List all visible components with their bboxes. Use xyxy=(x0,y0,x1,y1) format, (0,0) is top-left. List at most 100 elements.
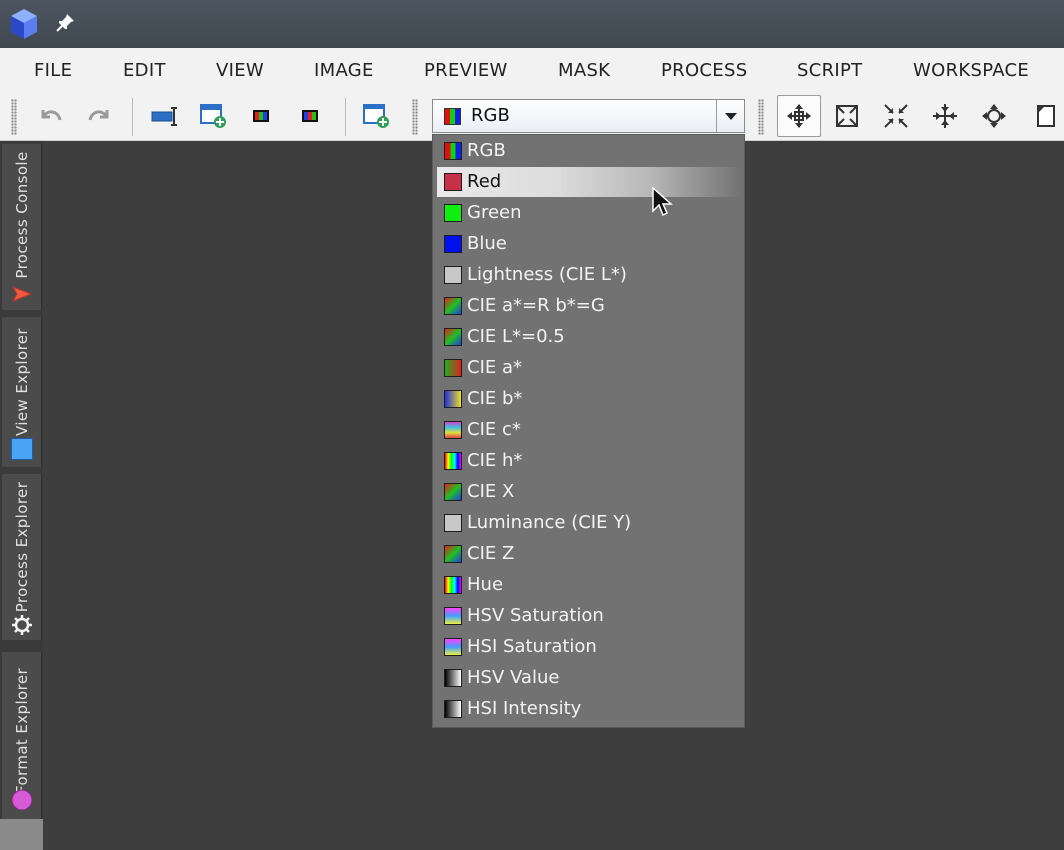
channel-option[interactable]: CIE a*=R b*=G xyxy=(437,291,742,321)
channel-option[interactable]: Hue xyxy=(437,570,742,600)
cie-a-swatch-icon xyxy=(444,359,462,377)
menu-process[interactable]: PROCESS xyxy=(661,60,747,81)
channel-option-label: Blue xyxy=(467,233,507,254)
undo-icon xyxy=(41,110,62,121)
tab-label: View Explorer xyxy=(12,327,31,437)
readout-mode-button[interactable] xyxy=(1025,98,1061,134)
saturation-swatch-icon xyxy=(444,638,462,656)
new-image-button[interactable] xyxy=(195,98,231,134)
tab-process-explorer[interactable]: Process Explorer xyxy=(2,474,42,640)
mouse-cursor-icon xyxy=(652,187,673,217)
channel-option-label: CIE L*=0.5 xyxy=(467,326,565,347)
channel-option[interactable]: CIE L*=0.5 xyxy=(437,322,742,352)
channel-option[interactable]: HSI Intensity xyxy=(437,694,742,724)
channel-option-label: Hue xyxy=(467,574,504,595)
channel-option-label: Lightness (CIE L*) xyxy=(467,264,627,285)
cie-ab-swatch-icon xyxy=(444,297,462,315)
fit-view-button[interactable] xyxy=(927,98,963,134)
menu-workspace[interactable]: WORKSPACE xyxy=(913,60,1029,81)
pin-icon[interactable] xyxy=(54,12,76,34)
cie-b-swatch-icon xyxy=(444,390,462,408)
channel-option[interactable]: CIE h* xyxy=(437,446,742,476)
rgb-image-button[interactable] xyxy=(244,98,280,134)
tab-view-explorer[interactable]: View Explorer xyxy=(2,317,42,467)
channel-option-label: Luminance (CIE Y) xyxy=(467,512,632,533)
toolbar-grip[interactable] xyxy=(758,99,764,135)
zoom-out-mode-button[interactable] xyxy=(878,98,914,134)
channel-option-label: HSV Saturation xyxy=(467,605,604,626)
channel-option-label: HSI Intensity xyxy=(467,698,582,719)
red-swatch-icon xyxy=(444,173,462,191)
chevron-down-icon[interactable] xyxy=(716,100,744,132)
extract-channels-button[interactable] xyxy=(293,98,329,134)
channel-option[interactable]: CIE a* xyxy=(437,353,742,383)
pan-icon xyxy=(787,104,811,128)
new-workspace-button[interactable] xyxy=(358,98,394,134)
channel-option[interactable]: RGB xyxy=(437,136,742,166)
menu-edit[interactable]: EDIT xyxy=(123,60,166,81)
tab-label: Process Explorer xyxy=(12,481,31,613)
menu-view[interactable]: VIEW xyxy=(216,60,264,81)
pan-mode-button[interactable] xyxy=(777,95,821,137)
channel-option[interactable]: Luminance (CIE Y) xyxy=(437,508,742,538)
move-button[interactable] xyxy=(976,98,1012,134)
channel-option[interactable]: Lightness (CIE L*) xyxy=(437,260,742,290)
arrows-in-icon xyxy=(933,104,957,128)
rename-icon xyxy=(151,107,177,126)
redo-button[interactable] xyxy=(81,98,117,134)
channel-option[interactable]: Red xyxy=(437,167,742,197)
channel-option[interactable]: CIE X xyxy=(437,477,742,507)
channel-option-label: HSI Saturation xyxy=(467,636,597,657)
menu-mask[interactable]: MASK xyxy=(558,60,610,81)
toolbar-grip[interactable] xyxy=(412,99,418,135)
value-swatch-icon xyxy=(444,669,462,687)
channel-dropdown-list: RGB Red Green Blue Lightness (CIE L*) CIE a*=… xyxy=(432,134,745,728)
hue-swatch-icon xyxy=(444,452,462,470)
channel-select-value: RGB xyxy=(471,105,510,126)
channel-option[interactable]: HSV Saturation xyxy=(437,601,742,631)
channel-option-label: HSV Value xyxy=(467,667,560,688)
undo-button[interactable] xyxy=(33,98,69,134)
menu-preview[interactable]: PREVIEW xyxy=(424,60,508,81)
channel-option-label: CIE a*=R b*=G xyxy=(467,295,605,316)
channel-option-label: Red xyxy=(467,171,502,192)
menu-script[interactable]: SCRIPT xyxy=(797,60,862,81)
channel-option-label: CIE a* xyxy=(467,357,523,378)
channel-option[interactable]: CIE Z xyxy=(437,539,742,569)
channel-option-label: CIE X xyxy=(467,481,515,502)
channel-option[interactable]: Blue xyxy=(437,229,742,259)
cie-c-swatch-icon xyxy=(444,421,462,439)
magenta-circle-icon xyxy=(11,789,33,811)
tab-label: Process Console xyxy=(12,151,31,279)
move-icon xyxy=(982,104,1006,128)
value-swatch-icon xyxy=(444,700,462,718)
menu-bar: FILE EDIT VIEW IMAGE PREVIEW MASK PROCES… xyxy=(0,48,1064,92)
rename-view-button[interactable] xyxy=(146,98,182,134)
cie-ab-swatch-icon xyxy=(444,483,462,501)
send-arrow-icon xyxy=(11,286,33,302)
expand-icon xyxy=(836,105,858,127)
channel-option-label: CIE b* xyxy=(467,388,523,409)
channel-option[interactable]: Green xyxy=(437,198,742,228)
side-panel-bar: Process Console View Explorer Process Ex… xyxy=(0,141,43,850)
title-bar xyxy=(0,0,1064,48)
toolbar-grip[interactable] xyxy=(11,99,17,135)
tab-process-console[interactable]: Process Console xyxy=(2,144,42,310)
hue-swatch-icon xyxy=(444,576,462,594)
channel-option-label: CIE h* xyxy=(467,450,523,471)
menu-image[interactable]: IMAGE xyxy=(314,60,374,81)
menu-file[interactable]: FILE xyxy=(34,60,72,81)
gray-swatch-icon xyxy=(444,514,462,532)
channel-option[interactable]: HSI Saturation xyxy=(437,632,742,662)
side-panel-filler xyxy=(0,819,43,850)
tab-format-explorer[interactable]: Format Explorer xyxy=(2,652,42,820)
app-logo-icon[interactable] xyxy=(9,8,39,40)
gray-swatch-icon xyxy=(444,266,462,284)
channel-option[interactable]: CIE b* xyxy=(437,384,742,414)
zoom-in-mode-button[interactable] xyxy=(829,98,865,134)
contract-icon xyxy=(884,104,908,128)
channel-option[interactable]: CIE c* xyxy=(437,415,742,445)
channel-option[interactable]: HSV Value xyxy=(437,663,742,693)
channel-select[interactable]: RGB xyxy=(432,99,745,133)
toolbar-separator xyxy=(132,98,133,136)
